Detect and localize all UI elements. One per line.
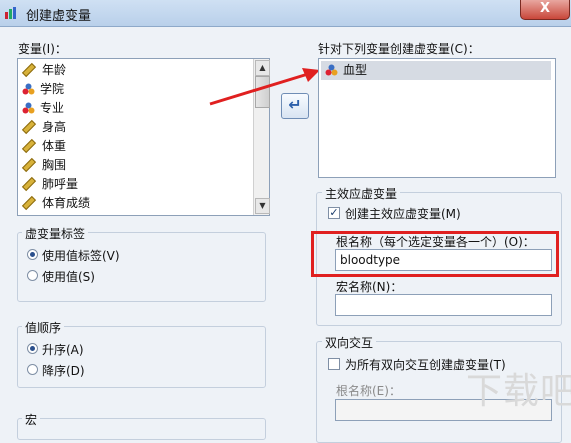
title-bar: 创建虚变量 X: [0, 0, 571, 27]
variable-label: 学院: [40, 82, 65, 96]
macro-group: [17, 418, 266, 440]
scale-ruler-icon: [21, 119, 37, 134]
main-effect-group-title: 主效应虚变量: [322, 185, 401, 202]
target-listbox[interactable]: 血型: [318, 58, 556, 178]
use-value-labels-radio[interactable]: [27, 249, 38, 260]
create-twoway-checkbox[interactable]: [328, 358, 340, 370]
variable-list-item[interactable]: 肺呼量: [21, 175, 79, 194]
target-item[interactable]: 血型: [321, 61, 551, 80]
scale-ruler-icon: [21, 62, 37, 77]
twoway-group-title: 双向交互: [322, 334, 377, 351]
create-main-effect-label[interactable]: 创建主效应虚变量(M): [345, 205, 461, 222]
variable-label: 体重: [42, 139, 67, 153]
use-value-labels-label[interactable]: 使用值标签(V): [42, 247, 120, 264]
scale-ruler-icon: [21, 138, 37, 153]
variables-label: 变量(I)：: [18, 42, 67, 56]
variable-label: 年龄: [42, 63, 67, 77]
ascending-radio[interactable]: [27, 343, 38, 354]
watermark-text: 下载吧: [466, 371, 571, 412]
scroll-down-button[interactable]: ▼: [255, 198, 270, 214]
macro-group-title: 宏: [22, 411, 41, 428]
variable-label: 身高: [42, 120, 67, 134]
descending-radio[interactable]: [27, 364, 38, 375]
app-icon: [5, 7, 16, 19]
scale-ruler-icon: [21, 157, 37, 172]
nominal-icon: [22, 83, 35, 94]
variable-list-item[interactable]: 胸围: [21, 156, 67, 175]
target-label: 针对下列变量创建虚变量(C)：: [318, 42, 480, 56]
variable-label: 肺呼量: [42, 177, 79, 191]
variable-label: 专业: [40, 101, 65, 115]
scale-ruler-icon: [21, 195, 37, 210]
value-order-group-title: 值顺序: [22, 319, 65, 336]
macro-name-label: 宏名称(N)：: [336, 280, 403, 294]
window-title: 创建虚变量: [26, 9, 92, 24]
twoway-root-name-label: 根名称(E)：: [336, 384, 401, 398]
highlight-box: [311, 231, 559, 277]
use-values-label[interactable]: 使用值(S): [42, 268, 95, 285]
target-item-label: 血型: [343, 63, 368, 77]
use-values-radio[interactable]: [27, 270, 38, 281]
create-main-effect-checkbox[interactable]: ✓: [328, 207, 340, 219]
variable-list-item[interactable]: 体重: [21, 137, 67, 156]
ascending-label[interactable]: 升序(A): [42, 341, 84, 358]
scale-ruler-icon: [21, 176, 37, 191]
close-button[interactable]: X: [520, 0, 570, 20]
variable-list-item[interactable]: 学院: [22, 80, 64, 99]
dummy-labels-group: [17, 232, 266, 302]
nominal-icon: [325, 64, 338, 75]
variable-list-item[interactable]: 专业: [22, 99, 64, 118]
nominal-icon: [22, 102, 35, 113]
variable-list-item[interactable]: 身高: [21, 118, 67, 137]
macro-name-input[interactable]: [335, 294, 552, 316]
descending-label[interactable]: 降序(D): [42, 362, 85, 379]
variable-list-item[interactable]: 体育成绩: [21, 194, 91, 213]
variable-list-item[interactable]: 年龄: [21, 61, 67, 80]
annotation-arrow: [209, 68, 320, 106]
variable-label: 胸围: [42, 158, 67, 172]
dummy-labels-group-title: 虚变量标签: [22, 225, 89, 242]
variable-label: 体育成绩: [42, 196, 91, 210]
